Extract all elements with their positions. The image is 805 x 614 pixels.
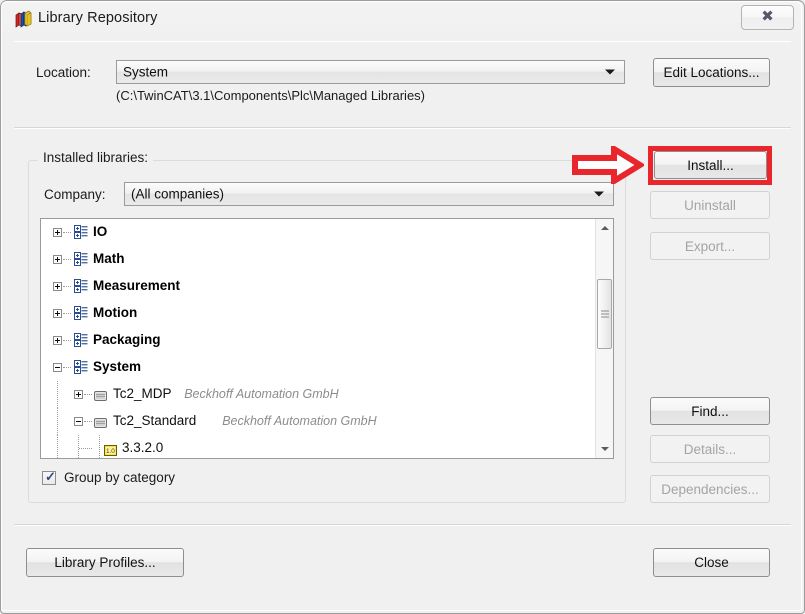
tree-guide-line	[63, 232, 71, 234]
tree-guide-line	[63, 286, 71, 288]
close-icon: ✖	[761, 9, 774, 25]
export-button: Export...	[650, 232, 770, 260]
expand-node-icon[interactable]	[53, 282, 62, 291]
tree-node-company: Beckhoff Automation GmbH	[222, 414, 377, 428]
installed-libraries-tree[interactable]: IO Math Measurement Motion Packaging Sys…	[40, 218, 614, 459]
tree-row[interactable]: Measurement	[41, 273, 595, 300]
group-by-category-checkbox[interactable]: ✓ Group by category	[42, 468, 176, 485]
install-button[interactable]: Install...	[654, 151, 767, 179]
tree-row[interactable]: Math	[41, 246, 595, 273]
tree-guide-line	[57, 381, 59, 408]
checkmark-icon: ✓	[45, 468, 56, 484]
scroll-down-button[interactable]	[596, 440, 613, 458]
company-combobox-value: (All companies)	[131, 186, 225, 202]
tree-node-label: Math	[93, 251, 125, 266]
collapse-node-icon[interactable]	[53, 363, 62, 372]
tree-row[interactable]: IO	[41, 219, 595, 246]
triangle-up-icon	[600, 226, 609, 230]
library-books-icon	[14, 10, 32, 28]
grip-icon	[601, 310, 609, 318]
chevron-down-icon	[605, 69, 615, 75]
tree-row[interactable]: System	[41, 354, 595, 381]
company-combobox[interactable]: (All companies)	[124, 182, 614, 206]
tree-guide-line	[63, 367, 71, 369]
installed-libraries-title: Installed libraries:	[38, 150, 154, 165]
tree-rows-container: IO Math Measurement Motion Packaging Sys…	[41, 219, 595, 458]
expand-node-icon[interactable]	[53, 228, 62, 237]
tree-node-label: System	[93, 359, 142, 374]
collapse-node-icon[interactable]	[74, 417, 83, 426]
version-icon: 1.0	[104, 443, 117, 456]
expand-node-icon[interactable]	[53, 309, 62, 318]
tree-node-label: IO	[93, 224, 108, 239]
location-label: Location:	[36, 65, 91, 80]
uninstall-button: Uninstall	[650, 191, 770, 219]
category-icon	[72, 360, 88, 375]
chevron-down-icon	[594, 191, 604, 197]
close-button[interactable]: Close	[653, 548, 770, 577]
tree-node-label: Tc2_Standard	[113, 413, 197, 428]
tree-node-label: Motion	[93, 305, 138, 320]
tree-row[interactable]: Tc2_Standard Beckhoff Automation GmbH	[41, 408, 595, 435]
location-combobox[interactable]: System	[116, 60, 625, 84]
tree-node-label: 3.3.2.0	[122, 440, 164, 455]
window-title: Library Repository	[38, 10, 158, 26]
company-label: Company:	[44, 187, 106, 202]
tree-row[interactable]: 1.0 3.3.2.0	[41, 435, 595, 458]
tree-row[interactable]: Tc2_MDP Beckhoff Automation GmbH	[41, 381, 595, 408]
tree-guide-line	[79, 448, 92, 450]
library-icon	[93, 416, 108, 428]
tree-node-label: Packaging	[93, 332, 161, 347]
library-profiles-button[interactable]: Library Profiles...	[26, 548, 184, 577]
tree-guide-line	[63, 340, 71, 342]
footer-divider-highlight	[14, 525, 791, 526]
library-icon	[93, 389, 108, 401]
category-icon	[72, 225, 88, 240]
close-window-button[interactable]: ✖	[741, 5, 794, 30]
location-path-text: (C:\TwinCAT\3.1\Components\Plc\Managed L…	[116, 88, 425, 103]
category-icon	[72, 279, 88, 294]
tree-guide-line	[84, 394, 92, 396]
tree-node-label: Measurement	[93, 278, 181, 293]
tree-row[interactable]: Packaging	[41, 327, 595, 354]
checkbox-box: ✓	[42, 468, 56, 485]
group-by-category-label: Group by category	[64, 470, 176, 485]
tree-node-label: Tc2_MDP	[113, 386, 172, 401]
tree-row[interactable]: Motion	[41, 300, 595, 327]
title-bar: Library Repository ✖	[2, 2, 801, 36]
details-button: Details...	[650, 435, 770, 463]
dependencies-button: Dependencies...	[650, 475, 770, 503]
find-button[interactable]: Find...	[650, 397, 770, 425]
tree-node-company: Beckhoff Automation GmbH	[184, 387, 339, 401]
tree-guide-line	[99, 435, 101, 458]
scrollbar-thumb[interactable]	[597, 279, 612, 349]
location-combobox-value: System	[123, 64, 169, 80]
tree-guide-line	[78, 435, 80, 458]
category-icon	[72, 252, 88, 267]
tree-vertical-scrollbar[interactable]	[595, 219, 613, 458]
tree-guide-line	[63, 259, 71, 261]
scroll-up-button[interactable]	[596, 219, 613, 237]
tree-guide-line	[84, 421, 92, 423]
category-icon	[72, 306, 88, 321]
expand-node-icon[interactable]	[53, 336, 62, 345]
panel-divider-highlight	[14, 128, 791, 129]
edit-locations-button[interactable]: Edit Locations...	[653, 58, 770, 87]
tree-guide-line	[63, 313, 71, 315]
expand-node-icon[interactable]	[53, 255, 62, 264]
svg-text:1.0: 1.0	[106, 448, 115, 455]
tree-guide-line	[57, 408, 59, 435]
library-repository-dialog: Library Repository ✖ Location: System (C…	[0, 0, 805, 614]
expand-node-icon[interactable]	[74, 390, 83, 399]
category-icon	[72, 333, 88, 348]
tree-guide-line	[57, 435, 59, 458]
triangle-down-icon	[600, 447, 609, 451]
